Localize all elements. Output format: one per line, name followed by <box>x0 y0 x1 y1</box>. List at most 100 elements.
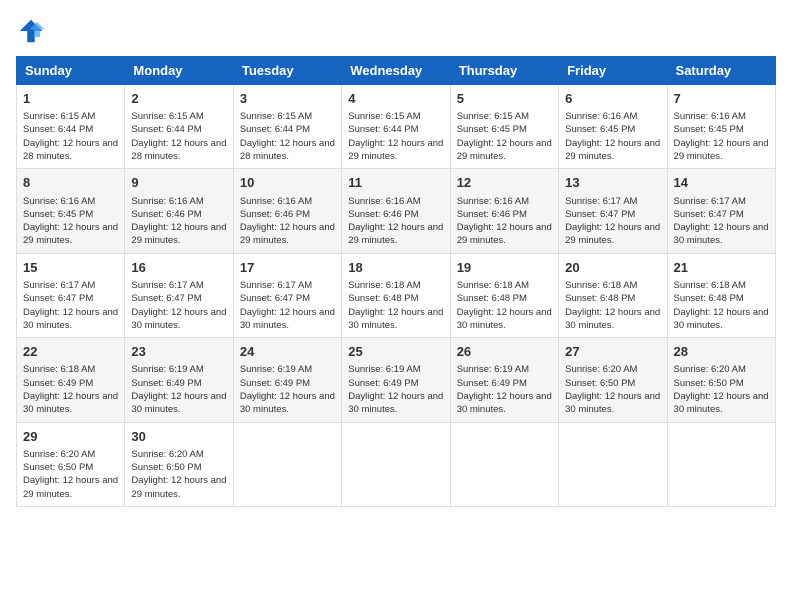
calendar-cell <box>450 422 558 506</box>
sunrise-label: Sunrise: 6:19 AM <box>457 364 529 375</box>
sunrise-label: Sunrise: 6:15 AM <box>131 111 203 122</box>
calendar-cell: 24Sunrise: 6:19 AMSunset: 6:49 PMDayligh… <box>233 338 341 422</box>
calendar-cell: 4Sunrise: 6:15 AMSunset: 6:44 PMDaylight… <box>342 85 450 169</box>
sunset-label: Sunset: 6:48 PM <box>674 293 744 304</box>
calendar-cell: 9Sunrise: 6:16 AMSunset: 6:46 PMDaylight… <box>125 169 233 253</box>
calendar-cell: 3Sunrise: 6:15 AMSunset: 6:44 PMDaylight… <box>233 85 341 169</box>
day-number: 21 <box>674 259 769 277</box>
sunset-label: Sunset: 6:44 PM <box>23 124 93 135</box>
calendar-cell: 6Sunrise: 6:16 AMSunset: 6:45 PMDaylight… <box>559 85 667 169</box>
calendar-cell: 28Sunrise: 6:20 AMSunset: 6:50 PMDayligh… <box>667 338 775 422</box>
calendar-body: 1 Sunrise: 6:15 AM Sunset: 6:44 PM Daylight… <box>17 85 776 507</box>
calendar-cell: 14Sunrise: 6:17 AMSunset: 6:47 PMDayligh… <box>667 169 775 253</box>
day-number: 27 <box>565 343 660 361</box>
daylight-label: Daylight: 12 hours and 30 minutes. <box>674 222 769 246</box>
week-row-3: 15Sunrise: 6:17 AMSunset: 6:47 PMDayligh… <box>17 253 776 337</box>
sunrise-label: Sunrise: 6:16 AM <box>131 196 203 207</box>
sunrise-label: Sunrise: 6:18 AM <box>565 280 637 291</box>
daylight-label: Daylight: 12 hours and 29 minutes. <box>23 222 118 246</box>
day-number: 2 <box>131 90 226 108</box>
calendar-cell: 29Sunrise: 6:20 AMSunset: 6:50 PMDayligh… <box>17 422 125 506</box>
sunrise-label: Sunrise: 6:20 AM <box>131 449 203 460</box>
daylight-label: Daylight: 12 hours and 28 minutes. <box>23 138 118 162</box>
day-number: 15 <box>23 259 118 277</box>
sunset-label: Sunset: 6:45 PM <box>565 124 635 135</box>
sunset-label: Sunset: 6:44 PM <box>131 124 201 135</box>
sunset-label: Sunset: 6:50 PM <box>131 462 201 473</box>
calendar-cell: 20Sunrise: 6:18 AMSunset: 6:48 PMDayligh… <box>559 253 667 337</box>
calendar-cell: 13Sunrise: 6:17 AMSunset: 6:47 PMDayligh… <box>559 169 667 253</box>
week-row-4: 22 Sunrise: 6:18 AM Sunset: 6:49 PM Dayligh… <box>17 338 776 422</box>
sunrise-label: Sunrise: 6:15 AM <box>457 111 529 122</box>
daylight-label: Daylight: 12 hours and 30 minutes. <box>674 391 769 415</box>
sunset-label: Sunset: 6:47 PM <box>565 209 635 220</box>
calendar-cell: 27 Sunrise: 6:20 AM Sunset: 6:50 PM Dayligh… <box>559 338 667 422</box>
sunrise-label: Sunrise: 6:18 AM <box>23 364 95 375</box>
sunset-label: Sunset: 6:46 PM <box>348 209 418 220</box>
daylight-label: Daylight: 12 hours and 28 minutes. <box>131 138 226 162</box>
logo <box>16 16 50 46</box>
calendar-cell: 25Sunrise: 6:19 AMSunset: 6:49 PMDayligh… <box>342 338 450 422</box>
day-number: 19 <box>457 259 552 277</box>
day-number: 13 <box>565 174 660 192</box>
day-number: 3 <box>240 90 335 108</box>
daylight-label: Daylight: 12 hours and 29 minutes. <box>457 138 552 162</box>
day-number: 23 <box>131 343 226 361</box>
sunrise-label: Sunrise: 6:16 AM <box>457 196 529 207</box>
calendar-cell <box>233 422 341 506</box>
sunrise-label: Sunrise: 6:20 AM <box>565 364 637 375</box>
sunrise-label: Sunrise: 6:18 AM <box>674 280 746 291</box>
daylight-label: Daylight: 12 hours and 29 minutes. <box>565 138 660 162</box>
header-day-monday: Monday <box>125 57 233 85</box>
calendar-header: SundayMondayTuesdayWednesdayThursdayFrid… <box>17 57 776 85</box>
sunrise-label: Sunrise: 6:15 AM <box>23 111 95 122</box>
daylight-label: Daylight: 12 hours and 30 minutes. <box>131 307 226 331</box>
header-day-sunday: Sunday <box>17 57 125 85</box>
header-day-friday: Friday <box>559 57 667 85</box>
day-number: 22 <box>23 343 118 361</box>
calendar-cell: 12Sunrise: 6:16 AMSunset: 6:46 PMDayligh… <box>450 169 558 253</box>
calendar-cell: 5Sunrise: 6:15 AMSunset: 6:45 PMDaylight… <box>450 85 558 169</box>
daylight-label: Daylight: 12 hours and 30 minutes. <box>240 391 335 415</box>
day-number: 10 <box>240 174 335 192</box>
daylight-label: Daylight: 12 hours and 30 minutes. <box>457 307 552 331</box>
daylight-label: Daylight: 12 hours and 30 minutes. <box>23 307 118 331</box>
daylight-label: Daylight: 12 hours and 29 minutes. <box>131 475 226 499</box>
sunset-label: Sunset: 6:46 PM <box>457 209 527 220</box>
calendar-cell <box>667 422 775 506</box>
daylight-label: Daylight: 12 hours and 30 minutes. <box>674 307 769 331</box>
calendar-cell: 18Sunrise: 6:18 AMSunset: 6:48 PMDayligh… <box>342 253 450 337</box>
daylight-label: Daylight: 12 hours and 30 minutes. <box>457 391 552 415</box>
sunrise-label: Sunrise: 6:19 AM <box>348 364 420 375</box>
day-number: 9 <box>131 174 226 192</box>
daylight-label: Daylight: 12 hours and 30 minutes. <box>23 391 118 415</box>
daylight-label: Daylight: 12 hours and 29 minutes. <box>674 138 769 162</box>
page-header <box>16 16 776 46</box>
logo-icon <box>16 16 46 46</box>
daylight-label: Daylight: 12 hours and 30 minutes. <box>565 391 660 415</box>
sunrise-label: Sunrise: 6:17 AM <box>240 280 312 291</box>
sunset-label: Sunset: 6:49 PM <box>457 378 527 389</box>
sunrise-label: Sunrise: 6:16 AM <box>240 196 312 207</box>
sunrise-label: Sunrise: 6:16 AM <box>565 111 637 122</box>
daylight-label: Daylight: 12 hours and 29 minutes. <box>348 138 443 162</box>
sunset-label: Sunset: 6:48 PM <box>348 293 418 304</box>
daylight-label: Daylight: 12 hours and 30 minutes. <box>348 391 443 415</box>
daylight-label: Daylight: 12 hours and 28 minutes. <box>240 138 335 162</box>
week-row-1: 1 Sunrise: 6:15 AM Sunset: 6:44 PM Daylight… <box>17 85 776 169</box>
calendar-cell: 11Sunrise: 6:16 AMSunset: 6:46 PMDayligh… <box>342 169 450 253</box>
daylight-label: Daylight: 12 hours and 29 minutes. <box>348 222 443 246</box>
day-number: 1 <box>23 90 118 108</box>
sunset-label: Sunset: 6:47 PM <box>674 209 744 220</box>
sunrise-label: Sunrise: 6:20 AM <box>23 449 95 460</box>
day-number: 20 <box>565 259 660 277</box>
sunrise-label: Sunrise: 6:19 AM <box>131 364 203 375</box>
day-number: 5 <box>457 90 552 108</box>
day-number: 14 <box>674 174 769 192</box>
sunset-label: Sunset: 6:50 PM <box>565 378 635 389</box>
header-day-wednesday: Wednesday <box>342 57 450 85</box>
header-day-tuesday: Tuesday <box>233 57 341 85</box>
calendar-cell: 22Sunrise: 6:18 AMSunset: 6:49 PMDayligh… <box>17 338 125 422</box>
week-row-2: 8Sunrise: 6:16 AMSunset: 6:45 PMDaylight… <box>17 169 776 253</box>
daylight-label: Daylight: 12 hours and 29 minutes. <box>23 475 118 499</box>
